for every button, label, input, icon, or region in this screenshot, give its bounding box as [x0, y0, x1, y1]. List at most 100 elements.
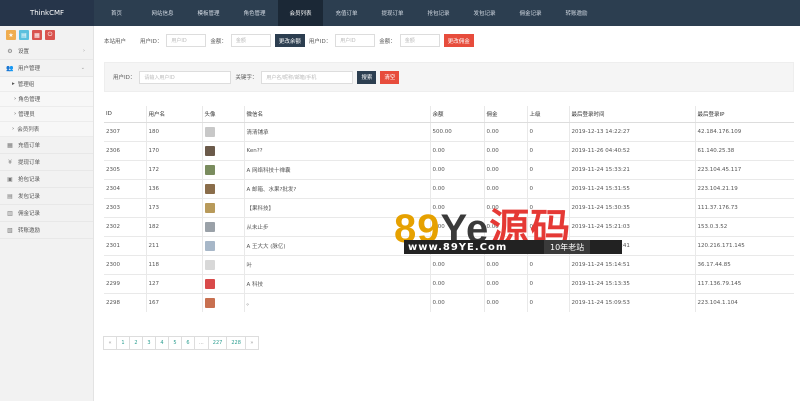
change-balance-button[interactable]: 更改余额 [274, 34, 305, 47]
table-row[interactable]: 2306 170 Ken?? 0.00 0.00 0 2019-11-26 04:40:52… [104, 140, 794, 160]
nav-item-10[interactable]: 转账邀励 [554, 0, 599, 26]
keyword-label: 关键字： [235, 75, 258, 81]
keyword-input[interactable]: 用户名/昵称/邮箱/手机 [261, 70, 354, 84]
table-row[interactable]: 2307 180 清清铺承 500.00 0.00 0 2019-12-13 14:22:2… [104, 121, 794, 141]
sidebar-item-label: 设置 [18, 49, 30, 55]
sidebar-item-settings[interactable]: ⚙ 设置 › [0, 43, 93, 60]
top-bar: ThinkCMF 首页 网站信息 模板管理 角色管理 会员列表 充值订单 提现订单 抢包记录发… [0, 0, 800, 26]
cell-user: 211 [145, 235, 202, 255]
column-header[interactable]: 微信名 [243, 106, 430, 123]
sidebar-group-admin[interactable]: ▸ 管理组 [0, 77, 93, 92]
grab-icon: ▣ [7, 175, 13, 183]
nav-item-0[interactable]: 首页 [94, 0, 139, 26]
page-link[interactable]: » [244, 336, 259, 350]
filter-uid-input[interactable]: 请输入用户ID [139, 70, 232, 84]
page-link: ... [194, 336, 209, 350]
table-row[interactable]: 2298 167。 0.00 0.00 0 2019-11-24 15:09:53 223.… [104, 292, 794, 312]
sidebar-item-send[interactable]: ▤ 发包记录 [0, 188, 93, 205]
cell-up: 0 [526, 292, 569, 312]
page-link[interactable]: « [103, 336, 117, 350]
column-header[interactable]: 头像 [201, 106, 244, 123]
avatar-cell [201, 159, 244, 179]
recharge-icon: ▦ [7, 141, 13, 149]
search-button[interactable]: 搜索 [357, 70, 377, 84]
sidebar-item-transfer[interactable]: ▧ 转账邀励 [0, 222, 93, 239]
clear-button[interactable]: 清空 [380, 70, 400, 84]
page-link[interactable]: 227 [207, 336, 228, 350]
page-link[interactable]: 228 [226, 336, 246, 350]
sidebar-item-label: 会员列表 [17, 127, 40, 133]
cell-time: 2019-11-24 15:14:51 [568, 254, 695, 274]
cell-bal: 0.00 [429, 140, 484, 160]
avatar [204, 183, 215, 194]
cell-com: 0.00 [483, 292, 527, 312]
cell-up: 0 [526, 159, 569, 179]
column-header[interactable]: 余额 [429, 106, 484, 123]
page-link[interactable]: 6 [181, 336, 195, 350]
nav-item-6[interactable]: 提现订单 [370, 0, 415, 26]
commission-icon: ▥ [7, 209, 13, 217]
column-header[interactable]: 用户名 [145, 106, 202, 123]
sidebar-item-grab[interactable]: ▣ 抢包记录 [0, 171, 93, 188]
nav-item-2[interactable]: 模板管理 [186, 0, 231, 26]
brand-logo[interactable]: ThinkCMF [0, 0, 94, 26]
change-commission-button[interactable]: 更改佣金 [443, 34, 474, 47]
sidebar-item-label: 用户管理 [18, 66, 41, 72]
sidebar-item-label: 转账邀励 [18, 228, 41, 234]
avatar-cell [201, 254, 244, 274]
page-link[interactable]: 4 [155, 336, 169, 350]
sidebar-item-member-list[interactable]: › 会员列表 [0, 122, 93, 137]
amount2-input[interactable]: 金额 [399, 34, 440, 47]
column-header[interactable]: 上级 [526, 106, 569, 123]
uid2-input[interactable]: 用户ID [335, 34, 376, 47]
cell-bal: 0.00 [429, 273, 484, 293]
nav-item-8[interactable]: 发包记录 [462, 0, 507, 26]
cell-id: 2303 [104, 197, 146, 217]
amount-input[interactable]: 金额 [230, 34, 271, 47]
send-icon: ▤ [7, 192, 13, 200]
table-row[interactable]: 2305 172 A 网络科技十禅囊 0.00 0.00 0 2019-11-24 15:3… [104, 159, 794, 179]
page-link[interactable]: 1 [116, 336, 130, 350]
nav-item-5[interactable]: 充值订单 [324, 0, 369, 26]
sidebar-item-role-management[interactable]: › 角色管理 [0, 92, 93, 107]
trash-icon[interactable]: ▦ [32, 30, 42, 40]
chevron-down-icon: ⌄ [80, 65, 85, 71]
page-link[interactable]: 3 [142, 336, 156, 350]
file-icon[interactable]: ▤ [19, 30, 29, 40]
page-link[interactable]: 5 [168, 336, 182, 350]
cell-com: 0.00 [483, 254, 527, 274]
nav-item-3[interactable]: 角色管理 [232, 0, 277, 26]
uid-input[interactable]: 用户ID [166, 34, 207, 47]
sidebar-item-withdraw[interactable]: ¥ 提现订单 [0, 154, 93, 171]
nav-item-1[interactable]: 网站信息 [140, 0, 185, 26]
cell-user: 180 [145, 121, 202, 141]
cell-ip: 120.216.171.145 [694, 235, 794, 255]
cell-ip: 117.136.79.145 [694, 273, 794, 293]
column-header[interactable]: 佣金 [483, 106, 527, 123]
table-row[interactable]: 2300 118 叶 0.00 0.00 0 2019-11-24 15:14:51 36.1… [104, 254, 794, 274]
avatar-cell [201, 292, 244, 312]
column-header[interactable]: ID [104, 106, 146, 123]
power-icon[interactable]: ⏻ [45, 30, 55, 40]
table-row[interactable]: 2299 127 A 科技 0.00 0.00 0 2019-11-24 15:13:35 1… [104, 273, 794, 293]
sidebar-item-admins[interactable]: › 管理员 [0, 107, 93, 122]
column-header[interactable]: 最后登录IP [694, 106, 794, 123]
cell-com: 0.00 [483, 273, 527, 293]
avatar-cell [201, 235, 244, 255]
avatar-cell [201, 216, 244, 236]
nav-item-4[interactable]: 会员列表 [278, 0, 323, 26]
sidebar-item-commission[interactable]: ▥ 佣金记录 [0, 205, 93, 222]
star-icon[interactable]: ★ [6, 30, 16, 40]
uid-label: 用户ID： [140, 38, 163, 45]
avatar [204, 145, 215, 156]
nav-item-7[interactable]: 抢包记录 [416, 0, 461, 26]
cell-com: 0.00 [483, 121, 527, 141]
amount2-label: 金额： [379, 38, 396, 45]
sidebar-item-user-management[interactable]: 👥 用户管理 ⌄ [0, 60, 93, 77]
avatar [204, 259, 215, 270]
nav-item-9[interactable]: 佣金记录 [508, 0, 553, 26]
quick-buttons: ★ ▤ ▦ ⏻ [0, 26, 93, 43]
column-header[interactable]: 最后登录时间 [568, 106, 695, 123]
page-link[interactable]: 2 [129, 336, 143, 350]
sidebar-item-recharge[interactable]: ▦ 充值订单 [0, 137, 93, 154]
